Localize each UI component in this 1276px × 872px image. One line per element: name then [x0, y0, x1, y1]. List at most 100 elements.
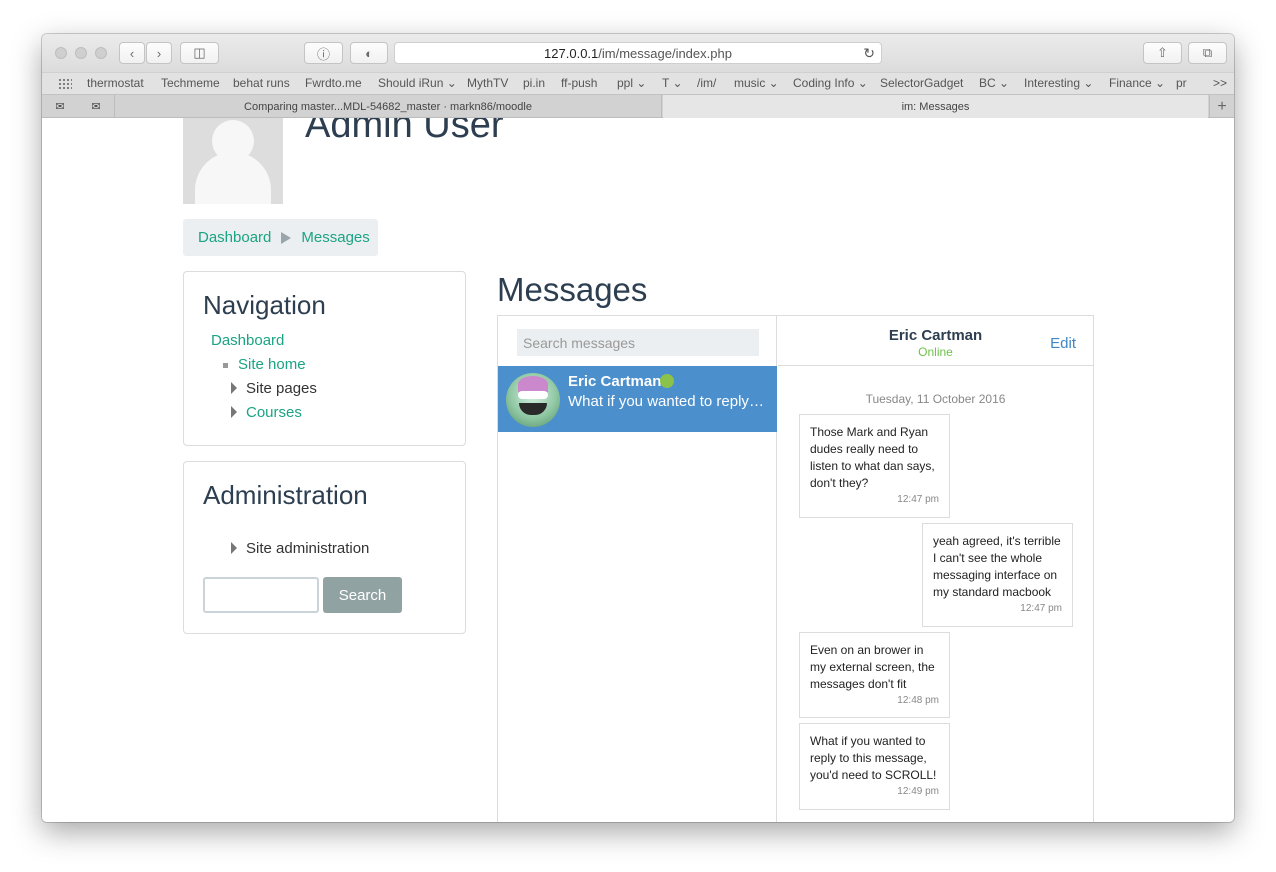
bookmark-fwrdto[interactable]: Fwrdto.me — [305, 76, 362, 90]
zoom-window-button[interactable] — [95, 47, 107, 59]
contact-item-selected[interactable]: Eric Cartman What if you wanted to reply… — [498, 366, 777, 432]
chevron-left-icon: ‹ — [129, 45, 135, 61]
message-time: 12:49 pm — [897, 786, 939, 797]
back-button[interactable]: ‹ — [119, 42, 145, 64]
mail-icon: ✉ — [55, 101, 65, 113]
conversation-header: Eric Cartman Online Edit — [778, 316, 1093, 366]
bookmark-selectorgadget[interactable]: SelectorGadget — [880, 76, 963, 90]
user-avatar — [183, 118, 283, 204]
messages-heading: Messages — [497, 271, 648, 308]
url-host: 127.0.0.1 — [544, 45, 599, 61]
message-text: Those Mark and Ryan dudes really need to… — [810, 425, 935, 490]
reload-icon[interactable]: ↻ — [863, 45, 875, 62]
toggle-button[interactable]: ◐ — [350, 42, 388, 64]
share-button[interactable]: ⇧ — [1143, 42, 1182, 64]
bookmark-t[interactable]: T ⌄ — [662, 76, 683, 90]
reader-button[interactable]: ⓘ — [304, 42, 343, 64]
chevron-right-icon: › — [156, 45, 162, 61]
breadcrumb-messages[interactable]: Messages — [301, 229, 369, 246]
bookmark-music[interactable]: music ⌄ — [734, 76, 779, 90]
tabs-overview-button[interactable]: ⧉ — [1188, 42, 1227, 64]
bookmark-finance[interactable]: Finance ⌄ — [1109, 76, 1165, 90]
message-time: 12:48 pm — [897, 695, 939, 706]
message-received: Even on an brower in my external screen,… — [799, 632, 950, 718]
address-bar[interactable]: 127.0.0.1/im/message/index.php ↻ — [394, 42, 882, 64]
expand-site-admin-icon[interactable] — [231, 542, 237, 554]
pinned-tab-mail[interactable]: ✉ — [50, 95, 70, 118]
contact-name: Eric Cartman — [568, 373, 662, 390]
toggle-icon: ◐ — [365, 45, 373, 61]
administration-block: Administration Site administration Searc… — [183, 461, 466, 634]
conversation-status: Online — [918, 345, 953, 359]
tab-im-messages[interactable]: im: Messages — [663, 95, 1208, 118]
breadcrumb: Dashboard Messages — [183, 219, 378, 256]
grid-icon[interactable] — [58, 78, 72, 90]
browser-toolbar: ‹ › ◫ ⓘ ◐ 127.0.0.1/im/message/index.php… — [42, 34, 1234, 72]
forward-button[interactable]: › — [146, 42, 172, 64]
contact-last-message: What if you wanted to reply to this mess… — [568, 393, 768, 410]
message-received: Those Mark and Ryan dudes really need to… — [799, 414, 950, 518]
page-content: Admin User Dashboard Messages Navigation… — [42, 118, 1234, 822]
admin-search-input[interactable] — [203, 577, 319, 613]
new-tab-button[interactable]: + — [1209, 95, 1234, 118]
message-received: What if you wanted to reply to this mess… — [799, 723, 950, 810]
bookmark-ff-push[interactable]: ff-push — [561, 76, 597, 90]
message-text: yeah agreed, it's terrible I can't see t… — [933, 534, 1061, 599]
mail-icon: ✉ — [91, 101, 101, 113]
search-messages-input[interactable]: Search messages — [517, 329, 759, 356]
tab-bar: ✉ ✉ Comparing master...MDL-54682_master … — [42, 94, 1234, 118]
pinned-tab-mail-2[interactable]: ✉ — [86, 95, 106, 118]
navigation-title: Navigation — [203, 290, 326, 320]
bookmark-interesting[interactable]: Interesting ⌄ — [1024, 76, 1093, 90]
edit-button[interactable]: Edit — [1050, 335, 1076, 352]
sidebar-icon: ◫ — [193, 45, 206, 60]
bookmark-ppl[interactable]: ppl ⌄ — [617, 76, 646, 90]
navigation-block: Navigation Dashboard Site home Site page… — [183, 271, 466, 446]
bookmark-thermostat[interactable]: thermostat — [87, 76, 144, 90]
conversation-pane: Eric Cartman Online Edit Tuesday, 11 Oct… — [778, 316, 1093, 822]
message-sent: yeah agreed, it's terrible I can't see t… — [922, 523, 1073, 627]
expand-courses-icon[interactable] — [231, 406, 237, 418]
breadcrumb-dashboard[interactable]: Dashboard — [198, 229, 271, 246]
minimize-window-button[interactable] — [75, 47, 87, 59]
bookmark-im[interactable]: /im/ — [697, 76, 716, 90]
message-text: Even on an brower in my external screen,… — [810, 643, 935, 691]
bookmarks-bar: thermostat Techmeme behat runs Fwrdto.me… — [42, 72, 1234, 94]
url-path: /im/message/index.php — [598, 45, 732, 61]
breadcrumb-separator-icon — [281, 231, 292, 244]
bookmark-techmeme[interactable]: Techmeme — [161, 76, 220, 90]
conversation-contact-name: Eric Cartman — [888, 327, 983, 344]
administration-title: Administration — [203, 480, 368, 510]
page-title: Admin User — [305, 118, 504, 146]
message-time: 12:47 pm — [1020, 603, 1062, 614]
online-status-icon — [660, 374, 674, 388]
bookmark-mythtv[interactable]: MythTV — [467, 76, 508, 90]
bookmark-coding-info[interactable]: Coding Info ⌄ — [793, 76, 868, 90]
bookmark-bc[interactable]: BC ⌄ — [979, 76, 1009, 90]
messaging-panel: Search messages Eric Cartman What if you… — [497, 315, 1094, 822]
message-time: 12:47 pm — [897, 494, 939, 505]
admin-search-button[interactable]: Search — [323, 577, 402, 613]
nav-site-home[interactable]: Site home — [238, 356, 306, 373]
nav-site-administration[interactable]: Site administration — [246, 540, 369, 557]
tab-github-compare[interactable]: Comparing master...MDL-54682_master · ma… — [114, 95, 662, 118]
tabs-icon: ⧉ — [1202, 45, 1213, 60]
nav-courses[interactable]: Courses — [246, 404, 302, 421]
bookmark-pr[interactable]: pr — [1176, 76, 1187, 90]
contact-avatar — [506, 373, 560, 427]
bookmarks-overflow-button[interactable]: >> — [1213, 76, 1227, 90]
bullet-icon — [223, 363, 228, 368]
message-text: What if you wanted to reply to this mess… — [810, 734, 937, 782]
sidebar-button[interactable]: ◫ — [180, 42, 219, 64]
contacts-pane: Search messages Eric Cartman What if you… — [498, 316, 777, 822]
bookmark-behat-runs[interactable]: behat runs — [233, 76, 290, 90]
bookmark-pi-in[interactable]: pi.in — [523, 76, 545, 90]
nav-dashboard[interactable]: Dashboard — [211, 332, 284, 349]
nav-site-pages[interactable]: Site pages — [246, 380, 317, 397]
bookmark-should-irun[interactable]: Should iRun ⌄ — [378, 76, 457, 90]
browser-window: ‹ › ◫ ⓘ ◐ 127.0.0.1/im/message/index.php… — [42, 34, 1234, 822]
share-icon: ⇧ — [1157, 45, 1168, 60]
date-separator: Tuesday, 11 October 2016 — [865, 392, 1006, 406]
expand-site-pages-icon[interactable] — [231, 382, 237, 394]
close-window-button[interactable] — [55, 47, 67, 59]
